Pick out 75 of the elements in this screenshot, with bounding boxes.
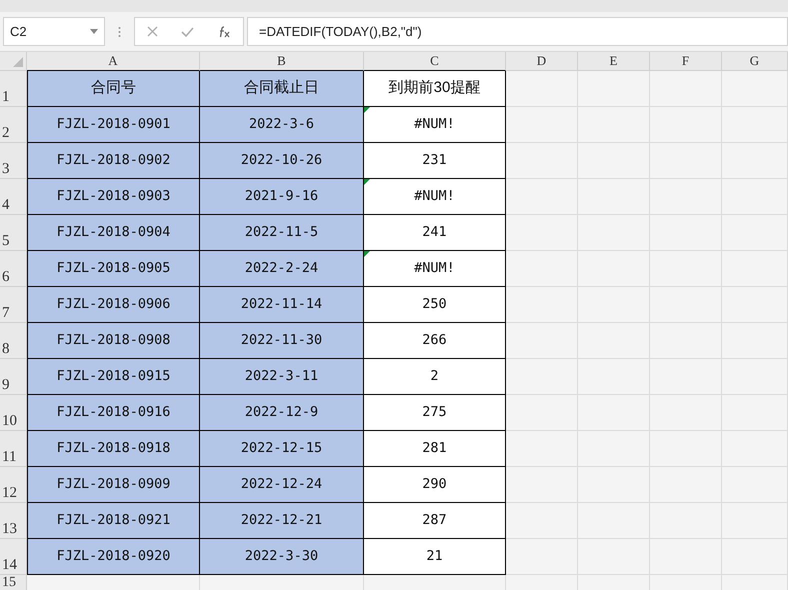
row-header[interactable]: 15	[0, 575, 27, 590]
table-cell: 2022-3-11	[200, 359, 364, 395]
table-cell: FJZL-2018-0921	[27, 503, 200, 539]
table-cell: 2022-11-5	[200, 215, 364, 251]
table-cell: 241	[364, 215, 506, 251]
table-cell: 2022-3-6	[200, 107, 364, 143]
table-cell: #NUM!	[364, 179, 506, 215]
table-cell: FJZL-2018-0904	[27, 215, 200, 251]
table-cell: FJZL-2018-0915	[27, 359, 200, 395]
row-header[interactable]: 10	[0, 395, 27, 431]
row-header[interactable]: 12	[0, 467, 27, 503]
table-cell: 2022-12-24	[200, 467, 364, 503]
row-header[interactable]: 11	[0, 431, 27, 467]
table-cell: 231	[364, 143, 506, 179]
table-cell: 2022-3-30	[200, 539, 364, 575]
table-cell: FJZL-2018-0916	[27, 395, 200, 431]
column-header[interactable]: A	[27, 52, 200, 71]
column-header[interactable]: G	[722, 52, 788, 71]
table-cell: FJZL-2018-0903	[27, 179, 200, 215]
table-cell: 21	[364, 539, 506, 575]
column-header[interactable]: D	[506, 52, 578, 71]
row-header[interactable]: 4	[0, 179, 27, 215]
table-cell: #NUM!	[364, 107, 506, 143]
dropdown-caret-icon	[90, 29, 98, 34]
table-cell: 2022-2-24	[200, 251, 364, 287]
name-box[interactable]: C2	[3, 17, 105, 46]
table-cell: #NUM!	[364, 251, 506, 287]
table-cell: FJZL-2018-0909	[27, 467, 200, 503]
table-cell: 2022-10-26	[200, 143, 364, 179]
table-cell: 275	[364, 395, 506, 431]
table-cell: FJZL-2018-0902	[27, 143, 200, 179]
table-cell: 2021-9-16	[200, 179, 364, 215]
formula-field[interactable]: =DATEDIF(TODAY(),B2,"d")	[247, 17, 788, 46]
cancel-icon[interactable]	[146, 26, 158, 37]
row-header[interactable]: 1	[0, 71, 27, 107]
table-cell: FJZL-2018-0905	[27, 251, 200, 287]
corner-triangle-icon	[13, 57, 23, 67]
row-header[interactable]: 2	[0, 107, 27, 143]
table-cell: FJZL-2018-0918	[27, 431, 200, 467]
table-cell: 2022-12-9	[200, 395, 364, 431]
table-cell: 2	[364, 359, 506, 395]
row-header[interactable]: 6	[0, 251, 27, 287]
table-cell: 合同号	[27, 71, 200, 107]
table-cell: FJZL-2018-0908	[27, 323, 200, 359]
row-header[interactable]: 9	[0, 359, 27, 395]
table-cell: FJZL-2018-0901	[27, 107, 200, 143]
column-header[interactable]: F	[650, 52, 722, 71]
function-icon[interactable]	[217, 26, 232, 38]
table-cell: 2022-11-30	[200, 323, 364, 359]
column-header[interactable]: C	[364, 52, 506, 71]
drag-handle-icon[interactable]	[118, 26, 121, 38]
table-cell: 290	[364, 467, 506, 503]
table-cell: 2022-11-14	[200, 287, 364, 323]
table-cell: 到期前30提醒	[364, 71, 506, 107]
row-header[interactable]: 14	[0, 539, 27, 575]
column-header[interactable]: B	[200, 52, 364, 71]
table-cell: 250	[364, 287, 506, 323]
table-cell: 2022-12-21	[200, 503, 364, 539]
table-cell: 266	[364, 323, 506, 359]
row-header[interactable]: 7	[0, 287, 27, 323]
column-header[interactable]: E	[578, 52, 650, 71]
table-cell: FJZL-2018-0906	[27, 287, 200, 323]
row-header[interactable]: 13	[0, 503, 27, 539]
row-header[interactable]: 5	[0, 215, 27, 251]
table-cell: 287	[364, 503, 506, 539]
row-header[interactable]: 8	[0, 323, 27, 359]
table-cell: FJZL-2018-0920	[27, 539, 200, 575]
formula-text: =DATEDIF(TODAY(),B2,"d")	[259, 22, 422, 41]
cell-reference: C2	[10, 22, 27, 41]
table-cell: 合同截止日	[200, 71, 364, 107]
check-icon[interactable]	[180, 26, 194, 36]
table-cell: 2022-12-15	[200, 431, 364, 467]
table-cell: 281	[364, 431, 506, 467]
select-all-corner[interactable]	[0, 52, 27, 71]
row-header[interactable]: 3	[0, 143, 27, 179]
